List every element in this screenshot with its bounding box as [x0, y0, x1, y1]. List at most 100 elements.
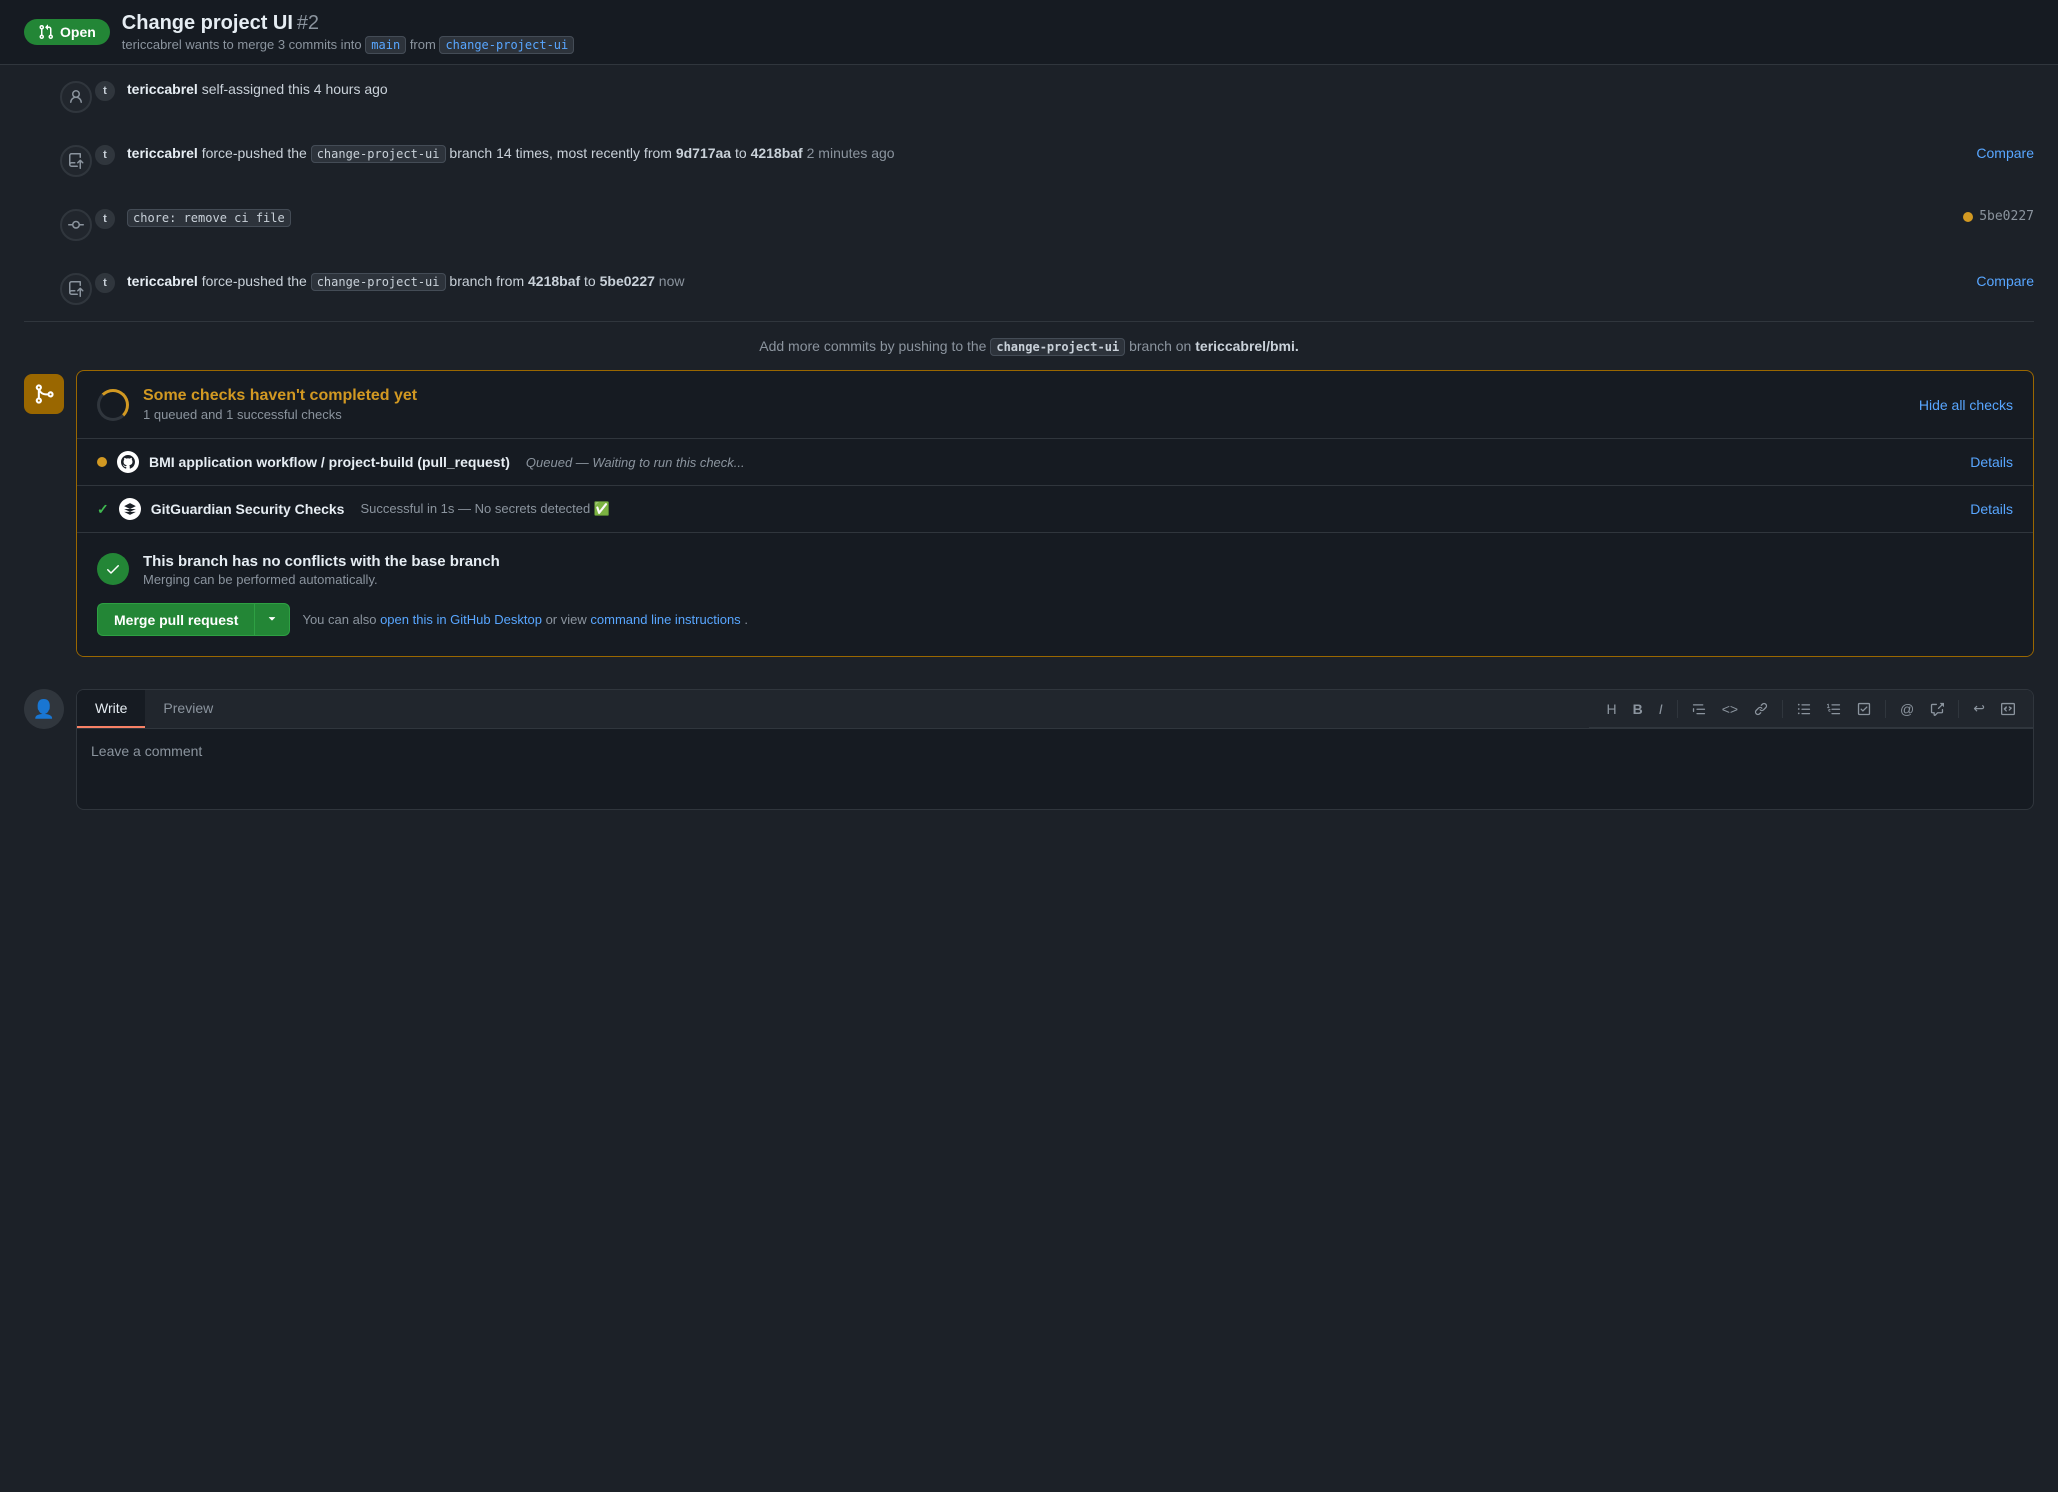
toolbar-code-button[interactable]: <> [1716, 697, 1744, 721]
toolbar-mention-button[interactable]: @ [1894, 697, 1920, 721]
check-name-gitguardian: GitGuardian Security Checks [151, 501, 345, 517]
timeline-avatar-2: t [95, 145, 115, 165]
tasklist-icon [1857, 702, 1871, 716]
timeline-icon-push [60, 145, 92, 177]
merge-branch-row: This branch has no conflicts with the ba… [97, 553, 2013, 587]
toolbar-ref-button[interactable] [1924, 698, 1950, 720]
timeline-item-force-push-2: t tericcabrel force-pushed the change-pr… [24, 257, 2034, 321]
cross-reference-icon [1930, 702, 1944, 716]
toolbar-quote-button[interactable] [1686, 698, 1712, 720]
commit-icon [68, 217, 84, 233]
check-name-bmi: BMI application workflow / project-build… [149, 454, 510, 470]
merge-pull-request-button[interactable]: Merge pull request [97, 603, 254, 636]
commit-hash-right: 5be0227 [1963, 209, 2034, 224]
timeline-avatar-3: t [95, 273, 115, 293]
merge-dropdown-button[interactable] [254, 603, 290, 636]
timeline-icon-push-2 [60, 273, 92, 305]
merge-text-sub: Merging can be performed automatically. [143, 572, 500, 587]
timeline-content-self-assigned: tericcabrel self-assigned this 4 hours a… [127, 81, 2034, 97]
pr-header: Open Change project UI #2 tericcabrel wa… [0, 0, 2058, 65]
timeline-icon-assigned [60, 81, 92, 113]
toolbar-sep-1 [1677, 700, 1678, 718]
toolbar-sep-3 [1885, 700, 1886, 718]
repo-push-icon-2 [68, 281, 84, 297]
checks-icon-box [24, 374, 64, 414]
quote-icon [1692, 702, 1706, 716]
pr-title-block: Change project UI #2 tericcabrel wants t… [122, 12, 574, 52]
push-repo: tericcabrel/bmi. [1195, 338, 1299, 354]
toolbar-sep-4 [1958, 700, 1959, 718]
github-desktop-link[interactable]: open this in GitHub Desktop [380, 612, 542, 627]
hide-all-checks-link[interactable]: Hide all checks [1919, 397, 2013, 413]
checks-title-block: Some checks haven't completed yet 1 queu… [143, 387, 1905, 422]
unordered-list-icon [1797, 702, 1811, 716]
gitguardian-icon [123, 502, 137, 516]
timeline-item-commit: t chore: remove ci file 5be0227 [24, 193, 2034, 257]
timeline-content-force-push-1: tericcabrel force-pushed the change-proj… [127, 145, 1976, 161]
no-markdown-icon [2001, 702, 2015, 716]
toolbar-bold-button[interactable]: B [1627, 697, 1649, 721]
toolbar-link-button[interactable] [1748, 698, 1774, 720]
pr-status-badge: Open [24, 19, 110, 45]
link-icon [1754, 702, 1768, 716]
pr-title-row: Change project UI #2 [122, 12, 574, 35]
timeline-avatar: t [95, 81, 115, 101]
toolbar-italic-button[interactable]: I [1653, 697, 1669, 721]
check-icon [105, 561, 121, 577]
merge-btn-wrapper: Merge pull request [97, 603, 290, 636]
command-line-link[interactable]: command line instructions [590, 612, 740, 627]
check-logo-gitguardian [119, 498, 141, 520]
toolbar-undo-button[interactable]: ↩ [1967, 696, 1991, 721]
check-row-gitguardian: ✓ GitGuardian Security Checks Successful… [77, 486, 2033, 532]
merge-button-row: Merge pull request You can also open thi… [97, 603, 2013, 636]
check-details-link-bmi[interactable]: Details [1970, 454, 2013, 470]
timeline-avatar-commit: t [95, 209, 115, 229]
branch-source-code: change-project-ui [439, 36, 574, 54]
comment-section: 👤 Write Preview H B I <> [0, 673, 2058, 826]
toolbar-ul-button[interactable] [1791, 698, 1817, 720]
merge-text-block: This branch has no conflicts with the ba… [143, 553, 500, 587]
checks-title: Some checks haven't completed yet [143, 387, 1905, 405]
check-details-link-gitguardian[interactable]: Details [1970, 501, 2013, 517]
person-icon [68, 89, 84, 105]
comment-placeholder: Leave a comment [91, 743, 202, 759]
checks-header: Some checks haven't completed yet 1 queu… [77, 371, 2033, 438]
check-desc-gitguardian: Successful in 1s — No secrets detected ✅ [360, 501, 610, 517]
comment-tabs: Write Preview H B I <> [77, 690, 2033, 729]
toolbar-heading-button[interactable]: H [1601, 697, 1623, 721]
toolbar-tasklist-button[interactable] [1851, 698, 1877, 720]
checks-container: Some checks haven't completed yet 1 queu… [0, 362, 2058, 673]
merge-info: You can also open this in GitHub Desktop… [302, 612, 747, 627]
checks-subtitle: 1 queued and 1 successful checks [143, 407, 1905, 422]
check-logo-github [117, 451, 139, 473]
toolbar-ol-button[interactable] [1821, 698, 1847, 720]
repo-push-icon [68, 153, 84, 169]
timeline-icon-commit [60, 209, 92, 241]
checks-spinner [97, 389, 129, 421]
comment-avatar: 👤 [24, 689, 64, 729]
branch-code-1: change-project-ui [311, 145, 446, 163]
comment-body[interactable]: Leave a comment [77, 729, 2033, 809]
timeline-content-commit: chore: remove ci file [127, 209, 1963, 225]
ordered-list-icon [1827, 702, 1841, 716]
tab-write[interactable]: Write [77, 690, 145, 728]
tab-preview[interactable]: Preview [145, 690, 231, 728]
check-status-queued [97, 457, 107, 467]
timeline-item-self-assigned: t tericcabrel self-assigned this 4 hours… [24, 65, 2034, 129]
compare-link-2[interactable]: Compare [1976, 273, 2034, 289]
toolbar-no-md-button[interactable] [1995, 698, 2021, 720]
branch-main-code: main [365, 36, 406, 54]
compare-link-1[interactable]: Compare [1976, 145, 2034, 161]
push-branch: change-project-ui [990, 338, 1125, 354]
merge-check-circle [97, 553, 129, 585]
actor-name: tericcabrel [127, 81, 198, 97]
commit-hash: 5be0227 [1979, 209, 2034, 224]
checks-panel: Some checks haven't completed yet 1 queu… [76, 370, 2034, 657]
timeline-content-force-push-2: tericcabrel force-pushed the change-proj… [127, 273, 1976, 289]
pr-number: #2 [297, 12, 319, 34]
toolbar-sep-2 [1782, 700, 1783, 718]
timeline-item-force-push-1: t tericcabrel force-pushed the change-pr… [24, 129, 2034, 193]
merge-text-title: This branch has no conflicts with the ba… [143, 553, 500, 570]
comment-toolbar: H B I <> [1589, 690, 2033, 728]
pr-subtitle: tericcabrel wants to merge 3 commits int… [122, 37, 574, 52]
